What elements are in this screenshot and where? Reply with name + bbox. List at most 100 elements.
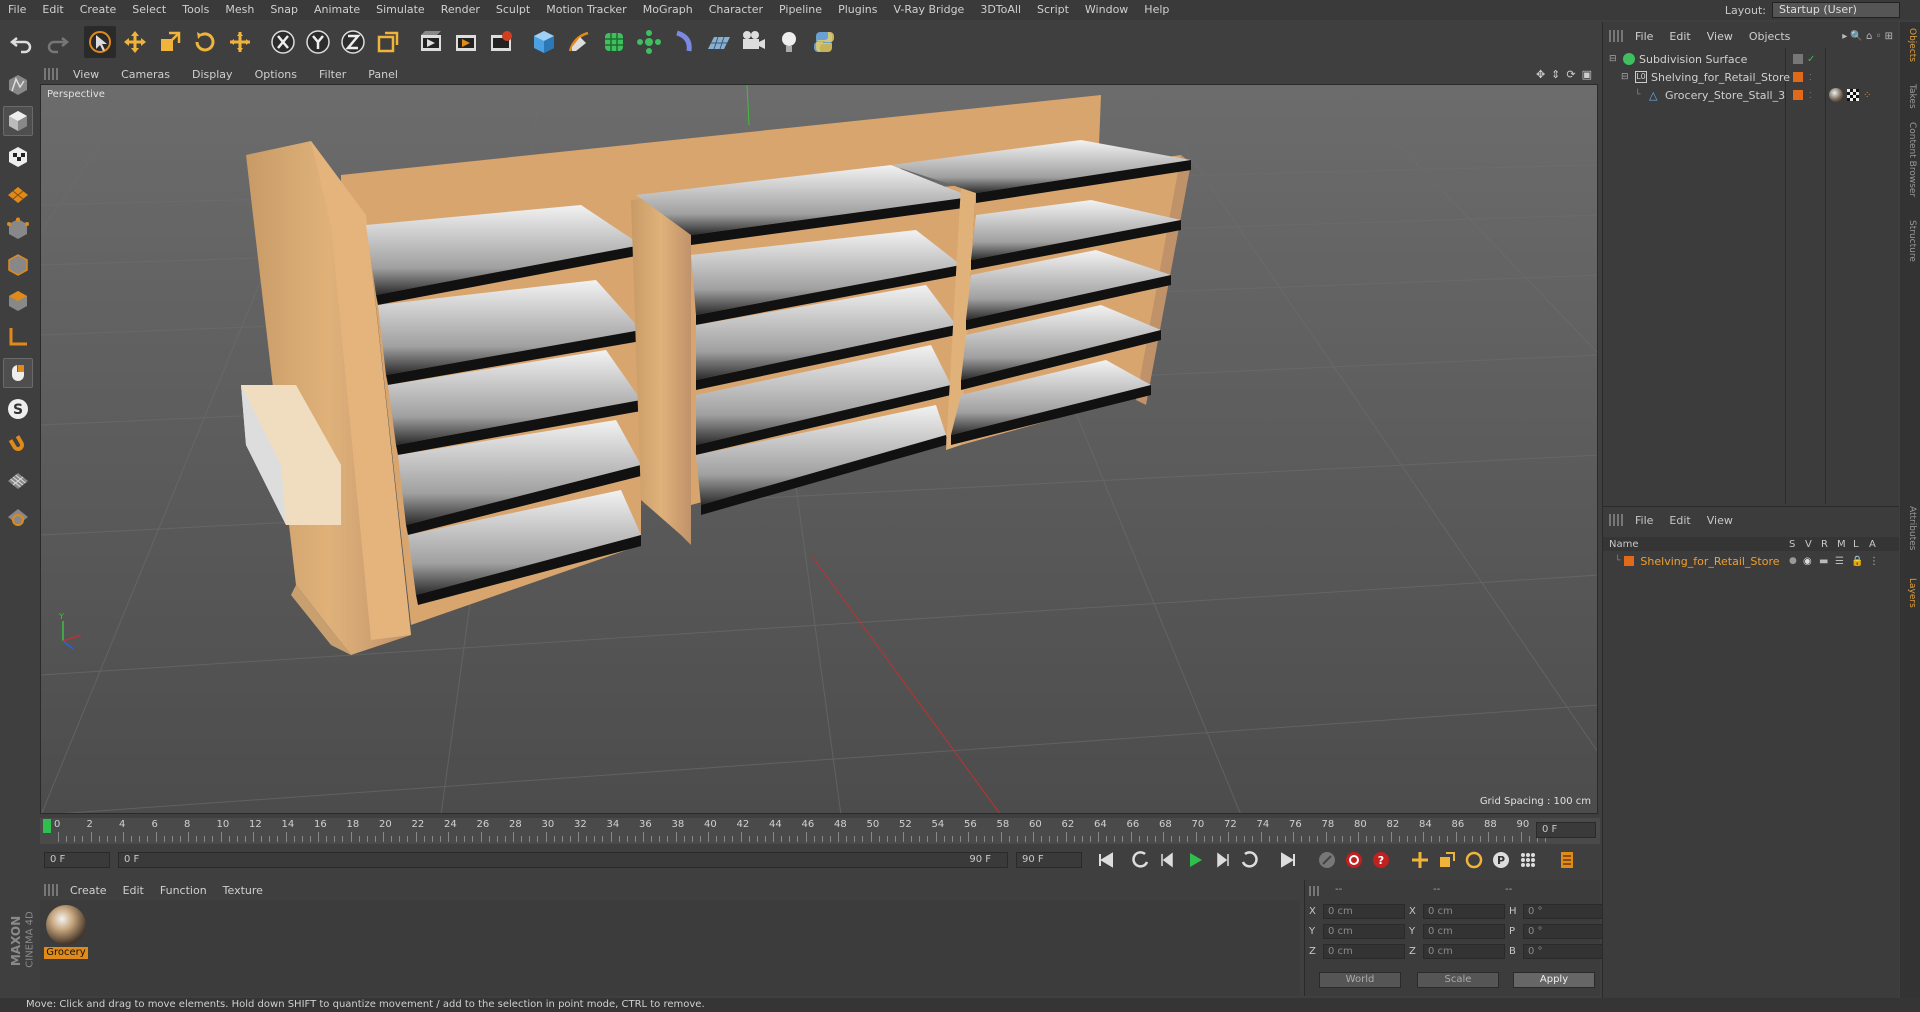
coordinate-system-icon[interactable]: [372, 26, 404, 58]
goto-end-icon[interactable]: [1276, 848, 1300, 872]
texture-mode-icon[interactable]: [3, 142, 33, 172]
om-menu-edit[interactable]: Edit: [1661, 30, 1698, 43]
lock-icon[interactable]: [3, 502, 33, 532]
record-keys-icon[interactable]: [1342, 848, 1366, 872]
size-z-field[interactable]: 0 cm: [1423, 944, 1505, 959]
prev-key-icon[interactable]: [1129, 848, 1153, 872]
layer-visible-icon[interactable]: ◉: [1803, 556, 1812, 567]
menu-render[interactable]: Render: [433, 0, 488, 20]
camera-icon[interactable]: [738, 26, 770, 58]
apply-button[interactable]: Apply: [1513, 972, 1595, 988]
tab-takes[interactable]: Takes: [1903, 84, 1917, 109]
layer-solo-icon[interactable]: ●: [1789, 556, 1797, 566]
live-select-icon[interactable]: [224, 26, 256, 58]
collapse-icon[interactable]: ⊟: [1621, 72, 1631, 82]
layer-color-icon[interactable]: [1793, 72, 1803, 82]
tweak-icon[interactable]: [3, 358, 33, 388]
texture-tag-icon[interactable]: [1847, 89, 1859, 101]
pen-icon[interactable]: [563, 26, 595, 58]
y-axis-icon[interactable]: [302, 26, 334, 58]
grid-snap-icon[interactable]: [3, 466, 33, 496]
light-icon[interactable]: [773, 26, 805, 58]
object-row-subdivision[interactable]: ⊟ Subdivision Surface ✓: [1603, 50, 1899, 68]
subdivision-icon[interactable]: [598, 26, 630, 58]
menu-select[interactable]: Select: [124, 0, 174, 20]
tab-attributes[interactable]: Attributes: [1903, 506, 1917, 550]
rot-b-field[interactable]: 0 °: [1523, 944, 1603, 959]
layer-menu-view[interactable]: View: [1699, 514, 1741, 527]
menu-pipeline[interactable]: Pipeline: [771, 0, 830, 20]
menu-tools[interactable]: Tools: [174, 0, 217, 20]
viewport-zoom-icon[interactable]: ⇕: [1551, 68, 1560, 81]
menu-vray-bridge[interactable]: V-Ray Bridge: [885, 0, 972, 20]
layer-row[interactable]: └ Shelving_for_Retail_Store ● ◉ ▬ ☰ 🔒 ⋮: [1603, 553, 1899, 569]
key-scale-icon[interactable]: [1435, 848, 1459, 872]
edges-mode-icon[interactable]: [3, 250, 33, 280]
pos-z-field[interactable]: 0 cm: [1323, 944, 1405, 959]
deformer-icon[interactable]: [668, 26, 700, 58]
select-arrow-icon[interactable]: [84, 26, 116, 58]
key-position-icon[interactable]: [1408, 848, 1432, 872]
menu-snap[interactable]: Snap: [262, 0, 306, 20]
menu-window[interactable]: Window: [1077, 0, 1136, 20]
viewport-maximize-icon[interactable]: ▣: [1582, 68, 1592, 81]
enabled-check-icon[interactable]: ✓: [1807, 54, 1815, 65]
rot-p-field[interactable]: 0 °: [1523, 924, 1603, 939]
layer-animation-icon[interactable]: ⋮: [1869, 556, 1879, 567]
play-icon[interactable]: [1183, 848, 1207, 872]
key-pla-icon[interactable]: [1516, 848, 1540, 872]
pos-x-field[interactable]: 0 cm: [1323, 904, 1405, 919]
menu-file[interactable]: File: [0, 0, 34, 20]
collapse-icon[interactable]: ⊟: [1609, 54, 1619, 64]
menu-3dtoall[interactable]: 3DToAll: [972, 0, 1029, 20]
cube-icon[interactable]: [528, 26, 560, 58]
polygons-mode-icon[interactable]: [3, 286, 33, 316]
om-menu-file[interactable]: File: [1627, 30, 1661, 43]
material-tag-icon[interactable]: [1829, 88, 1843, 102]
visibility-dots-icon[interactable]: ⁚: [1809, 73, 1812, 82]
menu-mograph[interactable]: MoGraph: [635, 0, 701, 20]
material-menu-function[interactable]: Function: [152, 884, 215, 897]
autokey-icon[interactable]: ?: [1369, 848, 1393, 872]
material-menu-edit[interactable]: Edit: [115, 884, 152, 897]
size-y-field[interactable]: 0 cm: [1423, 924, 1505, 939]
viewport-menu-options[interactable]: Options: [244, 68, 308, 81]
menu-character[interactable]: Character: [701, 0, 771, 20]
visibility-dots-icon[interactable]: ⁚: [1809, 91, 1812, 100]
coord-system-select[interactable]: World: [1319, 972, 1401, 988]
viewport-menu-view[interactable]: View: [62, 68, 110, 81]
next-key-icon[interactable]: [1237, 848, 1261, 872]
workplane-icon[interactable]: [3, 178, 33, 208]
solo-icon[interactable]: S: [3, 394, 33, 424]
tab-objects[interactable]: Objects: [1903, 28, 1917, 62]
floor-icon[interactable]: [703, 26, 735, 58]
menu-help[interactable]: Help: [1136, 0, 1177, 20]
rotate-icon[interactable]: [189, 26, 221, 58]
layer-lock-icon[interactable]: 🔒: [1851, 556, 1863, 567]
menu-simulate[interactable]: Simulate: [368, 0, 433, 20]
material-menu-texture[interactable]: Texture: [215, 884, 271, 897]
menu-script[interactable]: Script: [1029, 0, 1077, 20]
python-icon[interactable]: [808, 26, 840, 58]
points-mode-icon[interactable]: [3, 214, 33, 244]
menu-edit[interactable]: Edit: [34, 0, 71, 20]
z-axis-icon[interactable]: [337, 26, 369, 58]
material-menu-create[interactable]: Create: [62, 884, 115, 897]
om-menu-view[interactable]: View: [1699, 30, 1741, 43]
motion-record-icon[interactable]: [1315, 848, 1339, 872]
make-editable-icon[interactable]: [3, 70, 33, 100]
render-settings-icon[interactable]: [485, 26, 517, 58]
viewport-3d[interactable]: Y Perspective Grid Spacing : 100 cm: [40, 84, 1598, 814]
om-menu-objects[interactable]: Objects: [1741, 30, 1799, 43]
om-toolbar-icons[interactable]: ▸ 🔍 ⌂ ◦ ⊞: [1842, 31, 1893, 42]
layer-color-icon[interactable]: [1793, 54, 1803, 64]
current-frame-field[interactable]: 0 F: [1536, 822, 1596, 838]
scale-icon[interactable]: [154, 26, 186, 58]
tab-structure[interactable]: Structure: [1903, 220, 1917, 262]
snap-icon[interactable]: [3, 430, 33, 460]
object-row-stall[interactable]: └ △ Grocery_Store_Stall_3 ⁚ ⁘: [1603, 86, 1899, 104]
end-frame-field[interactable]: 90 F: [1016, 852, 1082, 868]
x-axis-icon[interactable]: [267, 26, 299, 58]
viewport-rotate-icon[interactable]: ⟳: [1566, 68, 1575, 81]
key-rotation-icon[interactable]: [1462, 848, 1486, 872]
